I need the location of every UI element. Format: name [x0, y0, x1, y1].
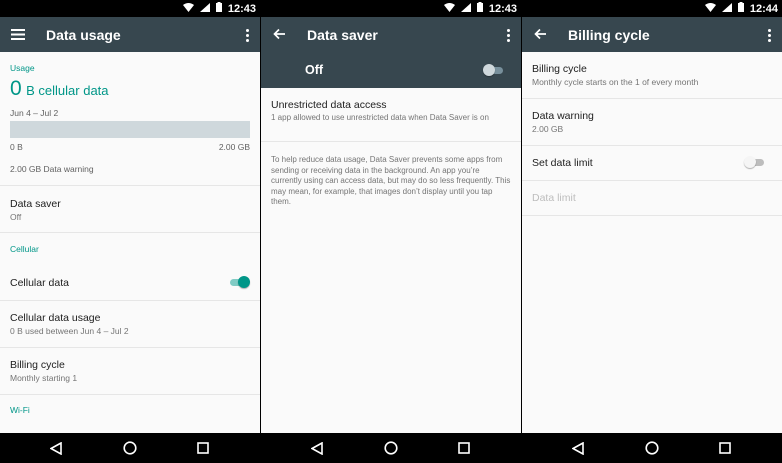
battery-icon	[737, 2, 744, 15]
back-arrow-icon[interactable]	[530, 24, 550, 44]
page-title: Billing cycle	[568, 27, 650, 43]
usage-date-range: Jun 4 – Jul 2	[10, 108, 59, 118]
set-data-limit-title: Set data limit	[532, 157, 593, 169]
data-saver-title: Data saver	[10, 198, 61, 210]
data-saver-master-switch[interactable]: Off	[261, 52, 521, 88]
wifi-icon	[704, 2, 716, 15]
billing-cycle-title: Billing cycle	[532, 63, 587, 75]
app-bar: Data saver	[261, 17, 521, 52]
cellular-data-title: Cellular data	[10, 277, 69, 289]
billing-cycle-screen: 12:44 Billing cycle Billing cycle Monthl…	[522, 0, 782, 463]
cellular-usage-title: Cellular data usage	[10, 312, 101, 324]
nav-home-icon[interactable]	[122, 440, 138, 456]
nav-recents-icon[interactable]	[717, 440, 733, 456]
unrestricted-data-row[interactable]: Unrestricted data access 1 app allowed t…	[261, 88, 521, 138]
cellular-signal-icon	[721, 2, 732, 15]
data-saver-row[interactable]: Data saver Off	[0, 186, 260, 232]
usage-summary: 0 B cellular data	[10, 77, 109, 101]
divider	[261, 141, 521, 142]
page-title: Data saver	[307, 27, 378, 43]
app-bar: Data usage	[0, 17, 260, 52]
screens-container: 12:43 Data usage Usage 0 B cellular data…	[0, 0, 782, 463]
data-limit-row: Data limit	[522, 181, 782, 215]
usage-unit: B cellular data	[26, 83, 109, 98]
unrestricted-title: Unrestricted data access	[271, 99, 387, 111]
cellular-data-usage-row[interactable]: Cellular data usage 0 B used between Jun…	[0, 301, 260, 347]
cellular-data-row[interactable]: Cellular data	[0, 264, 260, 300]
billing-cycle-sub: Monthly starting 1	[10, 373, 78, 383]
usage-progress-bar	[10, 121, 250, 138]
data-saver-description: To help reduce data usage, Data Saver pr…	[271, 155, 511, 206]
usage-amount: 0	[10, 77, 22, 100]
nav-back-icon[interactable]	[309, 440, 325, 456]
cellular-signal-icon	[199, 2, 210, 15]
nav-back-icon[interactable]	[48, 440, 64, 456]
status-bar: 12:43	[0, 0, 260, 17]
navigation-bar	[261, 433, 521, 463]
wifi-icon	[182, 2, 194, 15]
data-saver-toggle[interactable]	[483, 64, 505, 76]
usage-min-label: 0 B	[10, 142, 23, 152]
status-time: 12:44	[749, 2, 778, 15]
navigation-bar	[522, 433, 782, 463]
page-title: Data usage	[46, 27, 121, 43]
battery-icon	[476, 2, 483, 15]
more-options-icon[interactable]	[503, 26, 513, 44]
data-usage-screen: 12:43 Data usage Usage 0 B cellular data…	[0, 0, 260, 463]
settings-list: Off Unrestricted data access 1 app allow…	[261, 52, 521, 433]
battery-icon	[215, 2, 222, 15]
data-limit-title: Data limit	[532, 192, 576, 204]
section-label-cellular: Cellular	[10, 244, 39, 254]
billing-cycle-row[interactable]: Billing cycle Monthly starting 1	[0, 348, 260, 394]
unrestricted-sub: 1 app allowed to use unrestricted data w…	[271, 113, 489, 122]
wifi-icon	[443, 2, 455, 15]
data-saver-value: Off	[10, 212, 22, 222]
status-bar: 12:43	[261, 0, 521, 17]
billing-cycle-sub: Monthly cycle starts on the 1 of every m…	[532, 77, 699, 87]
navigation-bar	[0, 433, 260, 463]
set-data-limit-toggle[interactable]	[744, 156, 766, 168]
nav-home-icon[interactable]	[644, 440, 660, 456]
data-warning-row[interactable]: Data warning 2.00 GB	[522, 99, 782, 145]
data-warning-label: 2.00 GB Data warning	[10, 164, 94, 174]
menu-icon[interactable]	[8, 24, 28, 44]
app-bar: Billing cycle	[522, 17, 782, 52]
status-time: 12:43	[488, 2, 517, 15]
billing-cycle-title: Billing cycle	[10, 359, 65, 371]
divider	[522, 215, 782, 216]
data-warning-title: Data warning	[532, 110, 594, 122]
billing-cycle-row[interactable]: Billing cycle Monthly cycle starts on th…	[522, 52, 782, 98]
more-options-icon[interactable]	[764, 26, 774, 44]
data-saver-state-label: Off	[305, 63, 324, 77]
nav-home-icon[interactable]	[383, 440, 399, 456]
settings-list: Usage 0 B cellular data Jun 4 – Jul 2 0 …	[0, 52, 260, 433]
nav-recents-icon[interactable]	[195, 440, 211, 456]
back-arrow-icon[interactable]	[269, 24, 289, 44]
settings-list: Billing cycle Monthly cycle starts on th…	[522, 52, 782, 433]
divider	[0, 394, 260, 395]
status-time: 12:43	[227, 2, 256, 15]
section-label-wifi: Wi-Fi	[10, 405, 30, 415]
more-options-icon[interactable]	[242, 26, 252, 44]
nav-back-icon[interactable]	[570, 440, 586, 456]
divider	[0, 232, 260, 233]
data-warning-value: 2.00 GB	[532, 124, 564, 134]
nav-recents-icon[interactable]	[456, 440, 472, 456]
data-saver-screen: 12:43 Data saver Off Unrestricted data a…	[261, 0, 521, 463]
status-bar: 12:44	[522, 0, 782, 17]
cellular-signal-icon	[460, 2, 471, 15]
usage-max-label: 2.00 GB	[218, 142, 250, 152]
cellular-data-toggle[interactable]	[228, 276, 250, 288]
set-data-limit-row[interactable]: Set data limit	[522, 146, 782, 180]
cellular-usage-sub: 0 B used between Jun 4 – Jul 2	[10, 326, 129, 336]
section-label-usage: Usage	[10, 63, 35, 73]
